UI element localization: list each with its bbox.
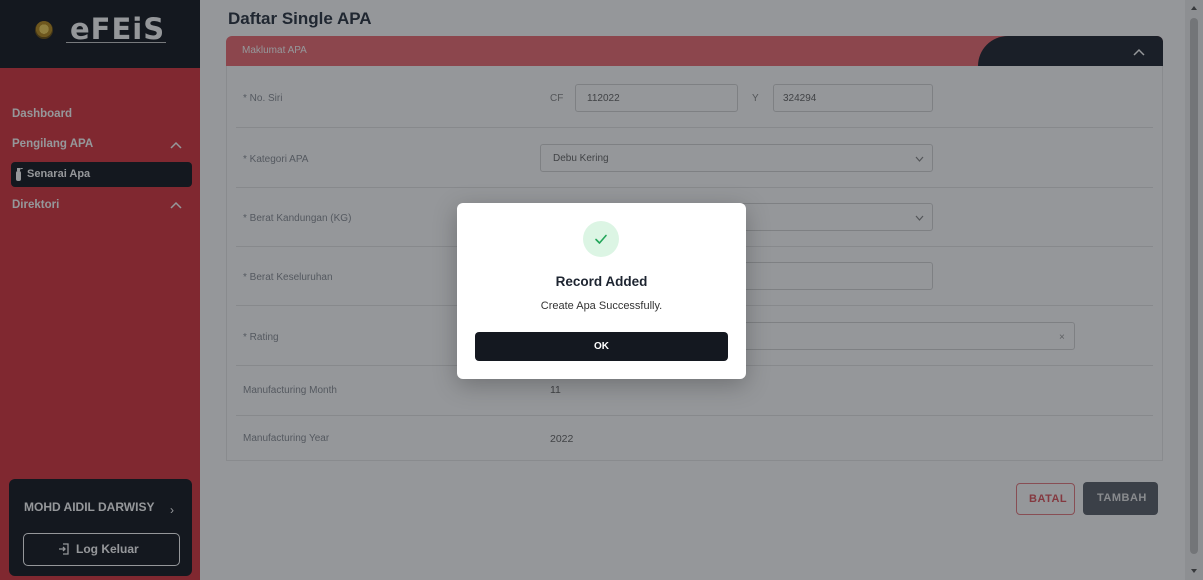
ok-button-label: OK: [594, 341, 609, 352]
dialog-title: Record Added: [555, 274, 648, 289]
dialog-message: Create Apa Successfully.: [540, 300, 663, 312]
check-icon: [595, 234, 607, 244]
